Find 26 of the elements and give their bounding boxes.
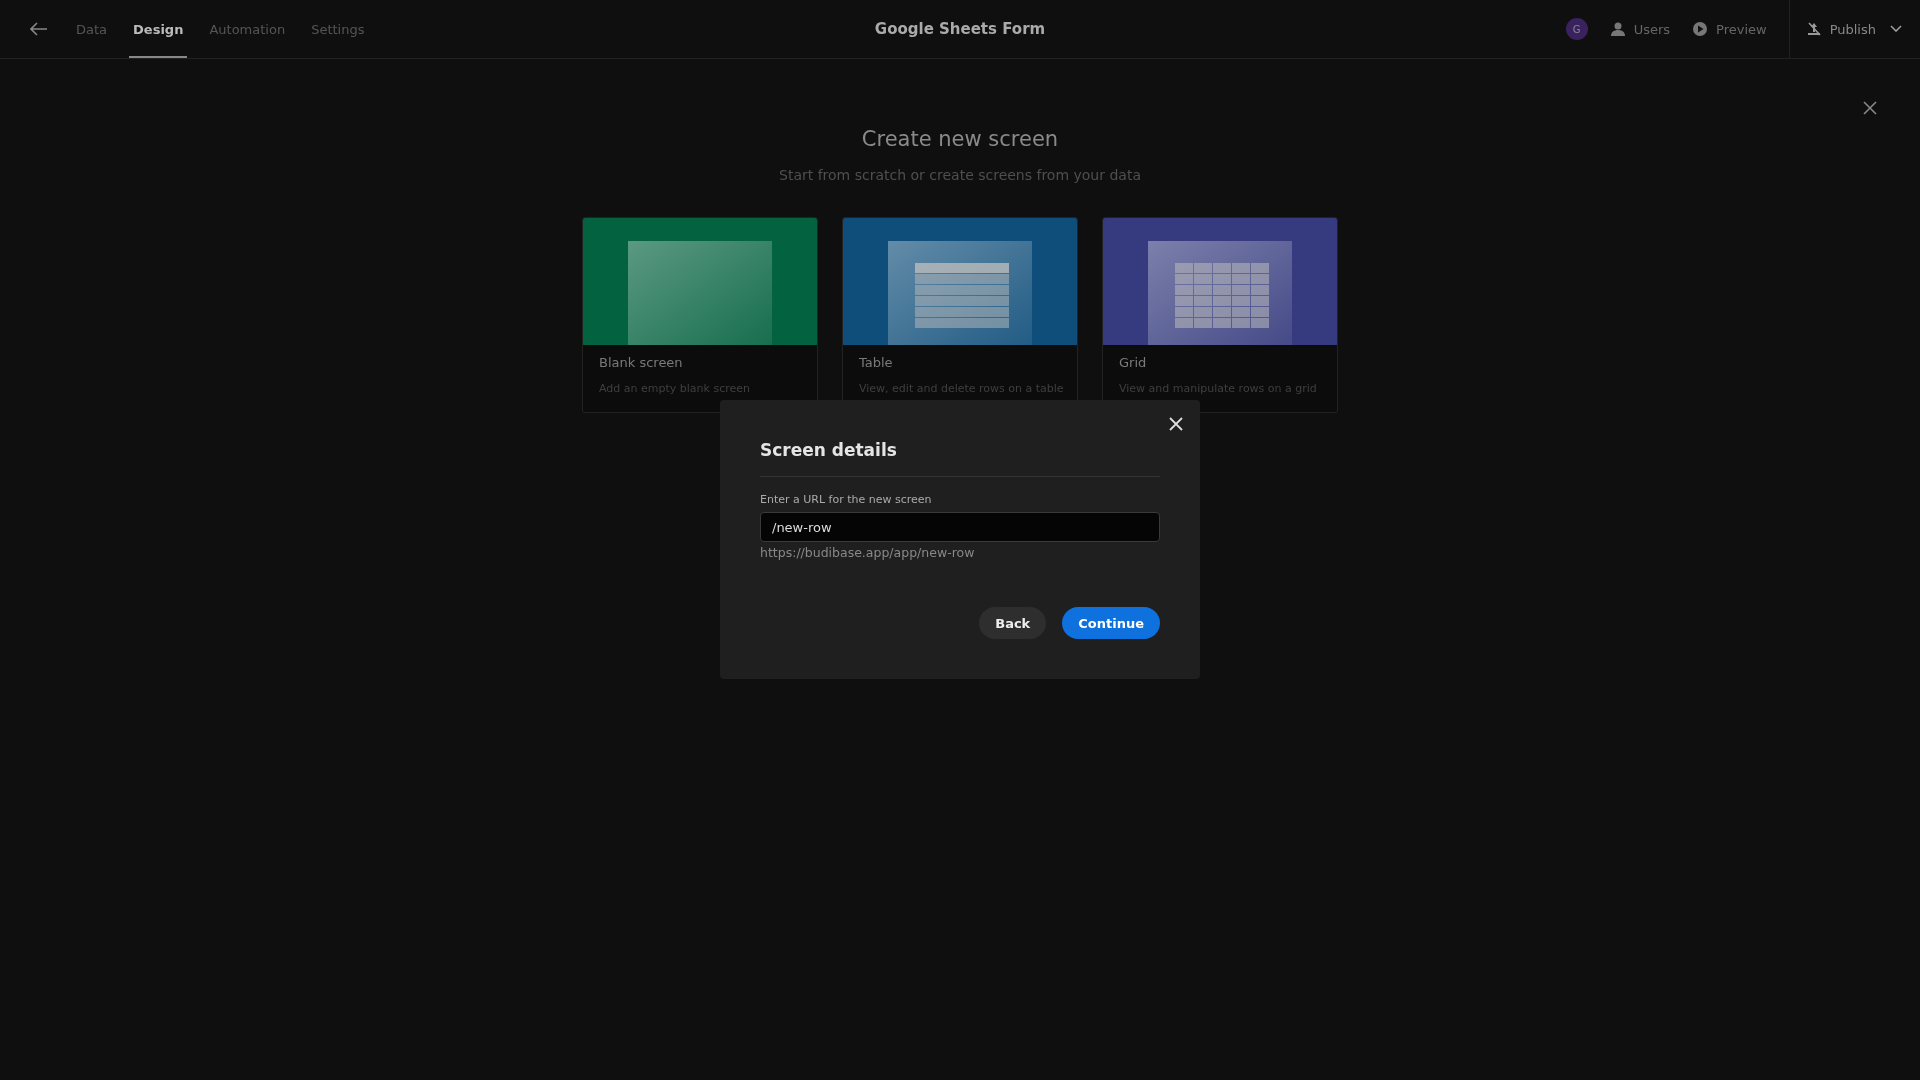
back-arrow-icon[interactable]: [30, 22, 48, 36]
page-title: Create new screen: [861, 127, 1059, 151]
nav-tab[interactable]: Design: [129, 0, 188, 58]
field-label: Enter a URL for the new screen: [760, 493, 933, 506]
continue-button[interactable]: Continue: [1062, 607, 1160, 639]
nav-tab[interactable]: Settings: [307, 0, 369, 58]
card-title: Table: [859, 355, 894, 370]
card-title: Blank screen: [599, 355, 684, 370]
card-title: Grid: [1119, 355, 1148, 370]
dialog-title: Screen details: [760, 440, 898, 460]
users-button[interactable]: Users: [1609, 21, 1671, 37]
caret-icon: [1890, 25, 1902, 33]
preview-button[interactable]: Preview: [1692, 21, 1767, 37]
nav-tab[interactable]: Data: [72, 0, 112, 58]
user-avatar[interactable]: G: [1565, 18, 1588, 40]
page-subtitle: Start from scratch or create screens from your data: [779, 167, 1141, 183]
close-icon[interactable]: [1863, 101, 1877, 115]
nav-tab[interactable]: Automation: [205, 0, 290, 58]
url-field[interactable]: /new-row: [760, 512, 1160, 542]
url-preview: https://budibase.app/app/new-row: [760, 545, 976, 560]
publish-icon: [1805, 21, 1822, 37]
play-icon: [1692, 21, 1709, 37]
back-button[interactable]: Back: [979, 607, 1047, 639]
users-icon: [1609, 21, 1626, 37]
publish-button[interactable]: Publish: [1788, 0, 1920, 58]
app-title: Google Sheets Form: [874, 20, 1046, 38]
